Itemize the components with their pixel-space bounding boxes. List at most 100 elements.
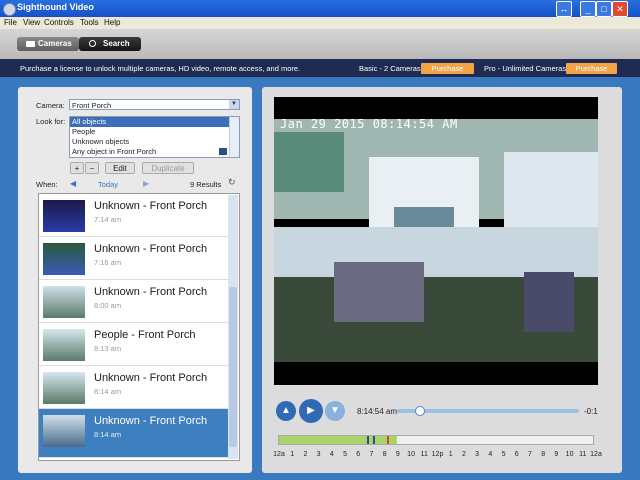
camera-select[interactable]: Front Porch ▼: [69, 99, 240, 110]
lookfor-label: Look for:: [36, 117, 66, 126]
next-day-icon[interactable]: ▶: [143, 179, 149, 188]
minimize-icon[interactable]: _: [580, 1, 596, 17]
timeline-hour-label: 12p: [431, 451, 444, 458]
menu-bar: File View Controls Tools Help: [0, 17, 640, 29]
previous-clip-icon[interactable]: ▲: [276, 401, 296, 421]
lookfor-item-people[interactable]: People: [70, 127, 239, 137]
refresh-icon[interactable]: ↻: [228, 177, 236, 188]
save-icon[interactable]: [219, 148, 227, 155]
remove-rule-button[interactable]: −: [85, 162, 99, 174]
next-clip-icon[interactable]: ▼: [325, 401, 345, 421]
timeline-hour-label: 3: [316, 451, 321, 458]
timeline-current-marker: [387, 436, 389, 444]
list-item-time: 7:16 am: [94, 258, 122, 267]
timeline-hour-label: 3: [475, 451, 480, 458]
app-icon: [3, 3, 16, 16]
play-icon[interactable]: ▶: [299, 399, 323, 423]
toolbar: Cameras Search: [0, 29, 640, 59]
lookfor-item-all[interactable]: All objects: [70, 117, 239, 127]
results-list[interactable]: Unknown - Front Porch 7:14 am Unknown - …: [38, 193, 240, 461]
timeline-hour-label: 7: [369, 451, 374, 458]
purchase-pro-button[interactable]: Purchase: [566, 63, 617, 74]
timeline-hour-label: 1: [290, 451, 295, 458]
timeline-hour-label: 2: [303, 451, 308, 458]
list-item-time: 8:14 am: [94, 430, 122, 439]
timeline-hour-label: 4: [329, 451, 334, 458]
seek-slider-thumb[interactable]: [414, 406, 425, 416]
add-rule-button[interactable]: +: [70, 162, 84, 174]
seek-slider[interactable]: [397, 406, 579, 416]
results-count: 9 Results: [190, 180, 222, 189]
timeline-hour-label: 9: [395, 451, 400, 458]
lookfor-item-any-front-porch[interactable]: Any object in Front Porch: [70, 147, 239, 157]
maximize-toggle-icon[interactable]: ↔: [556, 1, 572, 17]
camera-icon: [26, 41, 35, 47]
clip-thumbnail: [43, 329, 85, 361]
lookfor-scrollbar[interactable]: [229, 117, 239, 157]
timeline-hour-label: 4: [488, 451, 493, 458]
video-frame: Jan 29 2015 08:14:54 AM: [274, 97, 598, 385]
list-item-selected[interactable]: Unknown - Front Porch 8:14 am: [39, 409, 229, 458]
tab-cameras-label: Cameras: [38, 39, 72, 48]
timeline-hour-label: 9: [554, 451, 559, 458]
tab-cameras[interactable]: Cameras: [17, 37, 79, 51]
timeline-hour-label: 2: [461, 451, 466, 458]
timeline-hour-label: 5: [343, 451, 347, 458]
list-item[interactable]: Unknown - Front Porch 7:16 am: [39, 237, 229, 280]
camera-select-value: Front Porch: [72, 101, 112, 110]
when-label: When:: [36, 180, 58, 189]
clip-thumbnail: [43, 286, 85, 318]
when-value[interactable]: Today: [98, 180, 118, 189]
list-item[interactable]: Unknown - Front Porch 8:00 am: [39, 280, 229, 323]
timeline-hour-label: 8: [541, 451, 546, 458]
list-item[interactable]: Unknown - Front Porch 8:14 am: [39, 366, 229, 409]
tab-search[interactable]: Search: [79, 37, 141, 51]
restore-icon[interactable]: □: [596, 1, 612, 17]
edit-button[interactable]: Edit: [105, 162, 135, 174]
timeline-hour-label: 12a: [590, 451, 602, 458]
tab-search-label: Search: [103, 39, 130, 48]
timeline-event-marker: [367, 436, 369, 444]
timeline-hour-label: 11: [579, 451, 587, 458]
menu-file[interactable]: File: [4, 18, 17, 27]
close-icon[interactable]: ✕: [612, 1, 628, 17]
timeline-hour-label: 10: [565, 451, 574, 458]
timeline-hour-label: 1: [448, 451, 453, 458]
window-title: Sighthound Video: [17, 2, 94, 12]
results-scrollbar[interactable]: [228, 195, 238, 459]
video-timestamp: Jan 29 2015 08:14:54 AM: [280, 117, 458, 131]
timeline-event-marker: [373, 436, 375, 444]
prev-day-icon[interactable]: ◀: [70, 179, 76, 188]
camera-label: Camera:: [36, 101, 65, 110]
current-time: 8:14:54 am: [357, 407, 398, 416]
menu-tools[interactable]: Tools: [80, 18, 99, 27]
timeline-hour-label: 8: [382, 451, 387, 458]
list-item-title: Unknown - Front Porch: [94, 415, 208, 427]
clip-thumbnail: [43, 200, 85, 232]
timeline-hour-label: 5: [501, 451, 506, 458]
scrollbar-thumb[interactable]: [229, 287, 237, 447]
title-bar: Sighthound Video ↔ _ □ ✕: [0, 0, 640, 17]
timeline-hour-label: 6: [356, 451, 361, 458]
lookfor-item-unknown[interactable]: Unknown objects: [70, 137, 239, 147]
clip-thumbnail: [43, 243, 85, 275]
list-item-title: Unknown - Front Porch: [94, 286, 208, 298]
menu-help[interactable]: Help: [104, 18, 120, 27]
list-item[interactable]: People - Front Porch 8:13 am: [39, 323, 229, 366]
search-icon: [89, 40, 96, 47]
list-item-title: People - Front Porch: [94, 329, 196, 341]
timeline-hour-label: 6: [514, 451, 519, 458]
list-item[interactable]: Unknown - Front Porch 7:14 am: [39, 194, 229, 237]
list-item-title: Unknown - Front Porch: [94, 372, 208, 384]
menu-view[interactable]: View: [23, 18, 40, 27]
duplicate-button[interactable]: Duplicate: [142, 162, 194, 174]
list-item-time: 7:14 am: [94, 215, 122, 224]
chevron-down-icon: ▼: [229, 100, 239, 109]
day-timeline[interactable]: [278, 435, 594, 445]
lookfor-list[interactable]: All objects People Unknown objects Any o…: [69, 116, 240, 158]
menu-controls[interactable]: Controls: [44, 18, 74, 27]
list-item-time: 8:00 am: [94, 301, 122, 310]
purchase-basic-button[interactable]: Purchase: [421, 63, 474, 74]
list-item-time: 8:13 am: [94, 344, 122, 353]
list-item-title: Unknown - Front Porch: [94, 243, 208, 255]
